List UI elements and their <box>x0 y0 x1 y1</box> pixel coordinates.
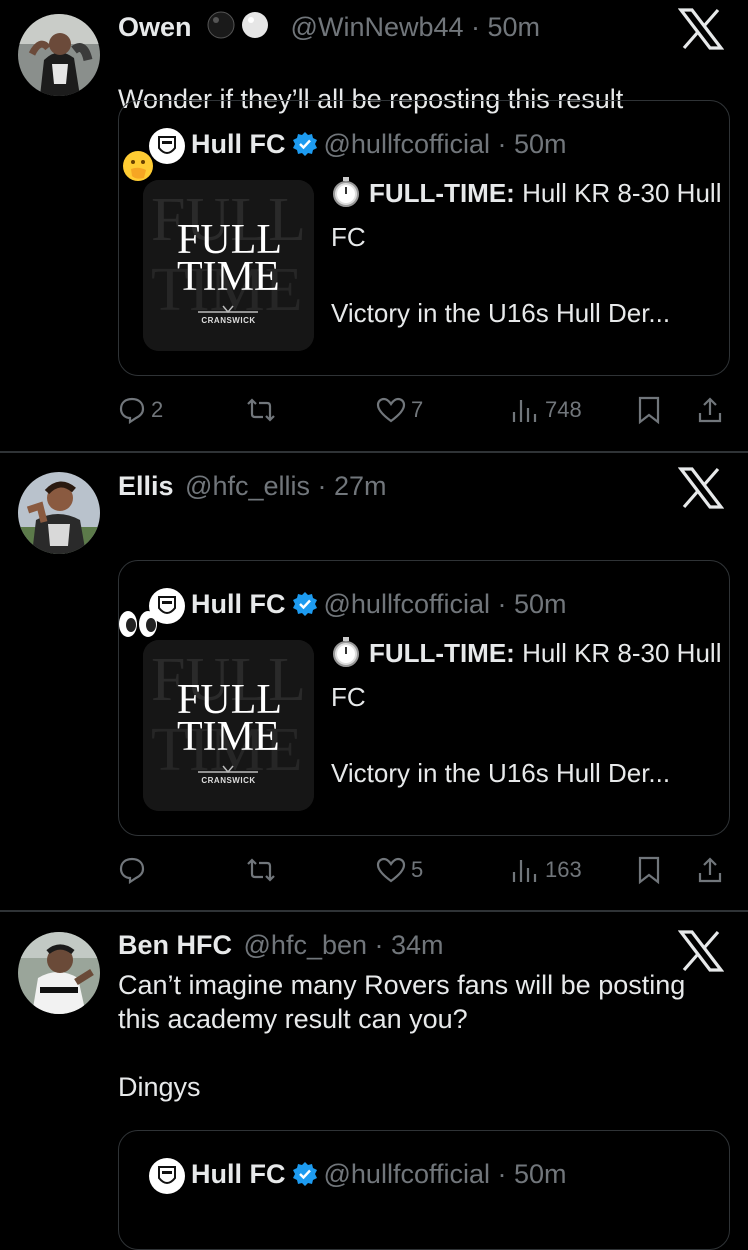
quoted-headline: FULL-TIME: <box>369 178 515 208</box>
bookmark-button[interactable] <box>636 850 662 890</box>
stopwatch-icon <box>331 176 361 218</box>
quoted-tweet-text: FULL-TIME: Hull KR 8-30 Hull FC Victory … <box>331 176 722 328</box>
like-count: 5 <box>411 857 424 882</box>
avatar[interactable] <box>18 932 100 1014</box>
tweet-time[interactable]: 34m <box>391 930 444 960</box>
heart-icon <box>376 397 406 423</box>
x-logo-icon <box>677 8 725 50</box>
like-button[interactable]: 5 <box>376 850 423 890</box>
tweet[interactable]: Ellis @hfc_ellis · 27m 👀 Hull FC@hullfco… <box>0 453 748 910</box>
author-name[interactable]: Ellis <box>118 471 174 501</box>
author-handle[interactable]: @WinNewb44 <box>291 12 464 42</box>
heart-icon <box>376 857 406 883</box>
hull-fc-crest-icon <box>149 1158 185 1194</box>
share-button[interactable] <box>696 390 724 430</box>
reply-icon <box>119 397 145 424</box>
verified-badge-icon <box>292 590 318 626</box>
tweet-text: Can’t imagine many Rovers fans will be p… <box>118 970 686 1102</box>
x-logo-icon <box>677 930 725 972</box>
image-title-time: TIME <box>177 254 280 300</box>
like-count: 7 <box>411 397 424 422</box>
quoted-author-handle[interactable]: @hullfcofficial <box>324 1159 490 1189</box>
hull-fc-crest-icon <box>149 588 185 624</box>
share-icon <box>698 397 722 423</box>
tweet-header: Ellis @hfc_ellis · 27m <box>118 471 387 501</box>
bookmark-icon <box>638 396 660 425</box>
quoted-author-handle[interactable]: @hullfcofficial <box>324 589 490 619</box>
stopwatch-icon <box>331 636 361 678</box>
quoted-author-name[interactable]: Hull FC <box>191 129 286 159</box>
x-logo-icon <box>677 467 725 509</box>
image-title-time: TIME <box>177 714 280 760</box>
author-name[interactable]: Owen <box>118 12 192 42</box>
avatar[interactable] <box>18 472 100 554</box>
quoted-author-handle[interactable]: @hullfcofficial <box>324 129 490 159</box>
quoted-tweet-time[interactable]: 50m <box>514 589 567 619</box>
quoted-tweet[interactable]: Hull FC @hullfcofficial · 50m <box>118 1130 730 1250</box>
image-sponsor-text: CRANSWICK <box>201 316 256 325</box>
bookmark-icon <box>638 856 660 885</box>
author-handle[interactable]: @hfc_ellis <box>185 471 310 501</box>
hull-fc-crest-icon <box>149 128 185 164</box>
quoted-tweet[interactable]: Hull FC @hullfcofficial · 50m FULL TIME F… <box>118 100 730 376</box>
verified-badge-icon <box>292 130 318 166</box>
quoted-tweet-header: Hull FC @hullfcofficial · 50m <box>191 586 567 626</box>
quoted-tweet-time[interactable]: 50m <box>514 1159 567 1189</box>
view-count: 748 <box>545 397 582 422</box>
reply-count: 2 <box>151 397 164 422</box>
view-count: 163 <box>545 857 582 882</box>
tweet-header: Owen @WinNewb44 · 50m <box>118 10 540 48</box>
views-button[interactable]: 748 <box>510 390 582 430</box>
quoted-headline: FULL-TIME: <box>369 638 515 668</box>
full-time-graphic-image[interactable]: FULL TIME FULL TIME CRANSWICK <box>143 640 314 811</box>
quoted-tweet-header: Hull FC @hullfcofficial · 50m <box>191 126 567 166</box>
quoted-tweet[interactable]: Hull FC @hullfcofficial · 50m FULL TIME F… <box>118 560 730 836</box>
quoted-author-name[interactable]: Hull FC <box>191 1159 286 1189</box>
author-handle[interactable]: @hfc_ben <box>244 930 368 960</box>
tweet-time[interactable]: 50m <box>488 12 541 42</box>
author-name-suffix-flag-icons <box>205 10 275 48</box>
quoted-tweet-time[interactable]: 50m <box>514 129 567 159</box>
quoted-tweet-header: Hull FC @hullfcofficial · 50m <box>191 1156 567 1196</box>
reply-button[interactable]: 2 <box>118 390 163 430</box>
repost-button[interactable] <box>244 850 283 890</box>
image-sponsor-text: CRANSWICK <box>201 776 256 785</box>
views-bar-chart-icon <box>512 860 537 882</box>
like-button[interactable]: 7 <box>376 390 423 430</box>
quoted-author-name[interactable]: Hull FC <box>191 589 286 619</box>
tweet-time[interactable]: 27m <box>334 471 387 501</box>
tweet[interactable]: Owen @WinNewb44 · 50m Wonder if they’ll … <box>0 0 748 450</box>
repost-icon <box>247 858 275 882</box>
views-bar-chart-icon <box>512 400 537 422</box>
reply-button[interactable] <box>118 850 151 890</box>
tweet-actions: 5 163 <box>118 850 730 890</box>
avatar[interactable] <box>18 14 100 96</box>
verified-badge-icon <box>292 1160 318 1196</box>
reply-icon <box>119 857 145 884</box>
author-name[interactable]: Ben HFC <box>118 930 232 960</box>
share-button[interactable] <box>696 850 724 890</box>
share-icon <box>698 857 722 883</box>
tweet-actions: 2 7 748 <box>118 390 730 430</box>
repost-icon <box>247 398 275 422</box>
tweet[interactable]: Ben HFC @hfc_ben · 34m Can’t imagine man… <box>0 912 748 1250</box>
full-time-graphic-image[interactable]: FULL TIME FULL TIME CRANSWICK <box>143 180 314 351</box>
quoted-tweet-text: FULL-TIME: Hull KR 8-30 Hull FC Victory … <box>331 636 722 788</box>
bookmark-button[interactable] <box>636 390 662 430</box>
tweet-header: Ben HFC @hfc_ben · 34m <box>118 930 444 960</box>
views-button[interactable]: 163 <box>510 850 582 890</box>
repost-button[interactable] <box>244 390 283 430</box>
